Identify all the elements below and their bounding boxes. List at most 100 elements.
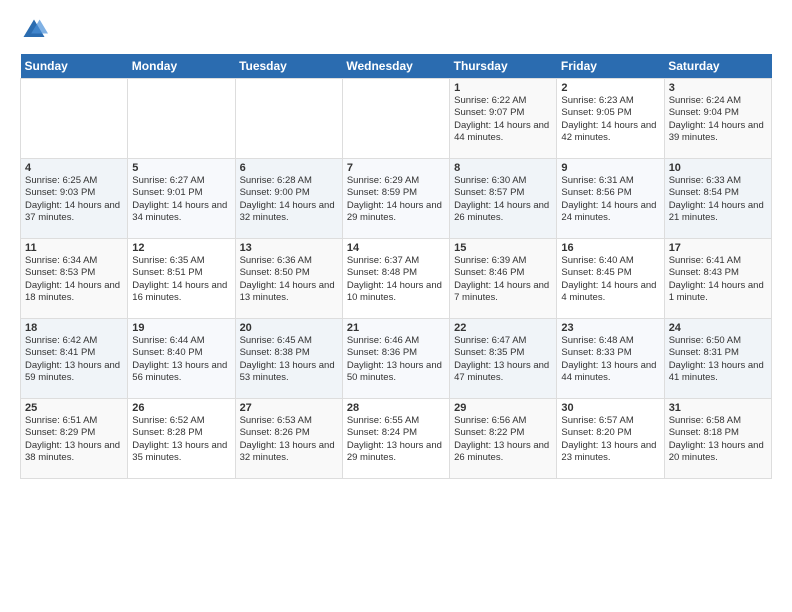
calendar-week-4: 18Sunrise: 6:42 AMSunset: 8:41 PMDayligh… bbox=[21, 319, 772, 399]
day-info-line: Sunrise: 6:58 AM bbox=[669, 415, 767, 427]
calendar-week-3: 11Sunrise: 6:34 AMSunset: 8:53 PMDayligh… bbox=[21, 239, 772, 319]
calendar-cell: 4Sunrise: 6:25 AMSunset: 9:03 PMDaylight… bbox=[21, 159, 128, 239]
day-info-line: Sunrise: 6:46 AM bbox=[347, 335, 445, 347]
day-number: 12 bbox=[132, 242, 230, 254]
calendar-cell: 23Sunrise: 6:48 AMSunset: 8:33 PMDayligh… bbox=[557, 319, 664, 399]
day-info-line: Sunset: 8:59 PM bbox=[347, 187, 445, 199]
day-info-line: Sunrise: 6:27 AM bbox=[132, 175, 230, 187]
day-number: 10 bbox=[669, 162, 767, 174]
calendar-cell: 19Sunrise: 6:44 AMSunset: 8:40 PMDayligh… bbox=[128, 319, 235, 399]
day-info-line: Sunrise: 6:41 AM bbox=[669, 255, 767, 267]
calendar-cell: 1Sunrise: 6:22 AMSunset: 9:07 PMDaylight… bbox=[450, 79, 557, 159]
day-info-line: Sunset: 8:46 PM bbox=[454, 267, 552, 279]
day-info-line: Daylight: 13 hours and 59 minutes. bbox=[25, 360, 123, 385]
calendar-cell: 2Sunrise: 6:23 AMSunset: 9:05 PMDaylight… bbox=[557, 79, 664, 159]
calendar-cell: 20Sunrise: 6:45 AMSunset: 8:38 PMDayligh… bbox=[235, 319, 342, 399]
calendar-cell: 27Sunrise: 6:53 AMSunset: 8:26 PMDayligh… bbox=[235, 399, 342, 479]
day-info-line: Sunset: 8:26 PM bbox=[240, 427, 338, 439]
day-number: 29 bbox=[454, 402, 552, 414]
day-info-line: Daylight: 13 hours and 23 minutes. bbox=[561, 440, 659, 465]
day-info-line: Sunset: 8:28 PM bbox=[132, 427, 230, 439]
day-info-line: Sunrise: 6:37 AM bbox=[347, 255, 445, 267]
day-info-line: Sunset: 8:51 PM bbox=[132, 267, 230, 279]
day-number: 1 bbox=[454, 82, 552, 94]
day-number: 2 bbox=[561, 82, 659, 94]
day-info-line: Sunrise: 6:44 AM bbox=[132, 335, 230, 347]
day-info-line: Sunset: 8:33 PM bbox=[561, 347, 659, 359]
day-info-line: Daylight: 13 hours and 32 minutes. bbox=[240, 440, 338, 465]
day-info-line: Sunset: 9:04 PM bbox=[669, 107, 767, 119]
day-info-line: Sunset: 8:36 PM bbox=[347, 347, 445, 359]
calendar-table: SundayMondayTuesdayWednesdayThursdayFrid… bbox=[20, 54, 772, 479]
calendar-cell: 13Sunrise: 6:36 AMSunset: 8:50 PMDayligh… bbox=[235, 239, 342, 319]
day-info-line: Sunrise: 6:23 AM bbox=[561, 95, 659, 107]
calendar-cell: 21Sunrise: 6:46 AMSunset: 8:36 PMDayligh… bbox=[342, 319, 449, 399]
day-number: 9 bbox=[561, 162, 659, 174]
day-info-line: Daylight: 14 hours and 39 minutes. bbox=[669, 120, 767, 145]
day-info-line: Daylight: 14 hours and 21 minutes. bbox=[669, 200, 767, 225]
day-info-line: Sunrise: 6:25 AM bbox=[25, 175, 123, 187]
day-info-line: Sunset: 8:57 PM bbox=[454, 187, 552, 199]
calendar-cell: 5Sunrise: 6:27 AMSunset: 9:01 PMDaylight… bbox=[128, 159, 235, 239]
day-info-line: Sunrise: 6:51 AM bbox=[25, 415, 123, 427]
day-info-line: Sunset: 8:45 PM bbox=[561, 267, 659, 279]
day-number: 5 bbox=[132, 162, 230, 174]
day-info-line: Daylight: 14 hours and 16 minutes. bbox=[132, 280, 230, 305]
calendar-cell: 25Sunrise: 6:51 AMSunset: 8:29 PMDayligh… bbox=[21, 399, 128, 479]
calendar-cell: 18Sunrise: 6:42 AMSunset: 8:41 PMDayligh… bbox=[21, 319, 128, 399]
day-info-line: Daylight: 14 hours and 18 minutes. bbox=[25, 280, 123, 305]
day-info-line: Sunset: 8:35 PM bbox=[454, 347, 552, 359]
day-info-line: Sunrise: 6:50 AM bbox=[669, 335, 767, 347]
calendar-cell: 10Sunrise: 6:33 AMSunset: 8:54 PMDayligh… bbox=[664, 159, 771, 239]
day-info-line: Daylight: 14 hours and 4 minutes. bbox=[561, 280, 659, 305]
day-info-line: Daylight: 14 hours and 42 minutes. bbox=[561, 120, 659, 145]
day-info-line: Daylight: 14 hours and 1 minute. bbox=[669, 280, 767, 305]
day-info-line: Sunset: 8:31 PM bbox=[669, 347, 767, 359]
day-info-line: Sunrise: 6:47 AM bbox=[454, 335, 552, 347]
day-info-line: Sunset: 8:41 PM bbox=[25, 347, 123, 359]
day-number: 19 bbox=[132, 322, 230, 334]
calendar-header-row: SundayMondayTuesdayWednesdayThursdayFrid… bbox=[21, 54, 772, 79]
logo bbox=[20, 16, 52, 44]
day-info-line: Sunrise: 6:53 AM bbox=[240, 415, 338, 427]
day-info-line: Sunrise: 6:40 AM bbox=[561, 255, 659, 267]
day-header-tuesday: Tuesday bbox=[235, 54, 342, 79]
calendar-week-5: 25Sunrise: 6:51 AMSunset: 8:29 PMDayligh… bbox=[21, 399, 772, 479]
calendar-cell: 12Sunrise: 6:35 AMSunset: 8:51 PMDayligh… bbox=[128, 239, 235, 319]
day-info-line: Daylight: 13 hours and 44 minutes. bbox=[561, 360, 659, 385]
day-number: 16 bbox=[561, 242, 659, 254]
calendar-cell: 28Sunrise: 6:55 AMSunset: 8:24 PMDayligh… bbox=[342, 399, 449, 479]
day-info-line: Sunset: 8:48 PM bbox=[347, 267, 445, 279]
day-number: 23 bbox=[561, 322, 659, 334]
day-info-line: Daylight: 14 hours and 32 minutes. bbox=[240, 200, 338, 225]
day-header-friday: Friday bbox=[557, 54, 664, 79]
page-container: SundayMondayTuesdayWednesdayThursdayFrid… bbox=[0, 0, 792, 489]
day-number: 21 bbox=[347, 322, 445, 334]
day-info-line: Sunset: 9:00 PM bbox=[240, 187, 338, 199]
day-info-line: Daylight: 14 hours and 37 minutes. bbox=[25, 200, 123, 225]
day-info-line: Sunrise: 6:24 AM bbox=[669, 95, 767, 107]
calendar-cell bbox=[235, 79, 342, 159]
day-header-thursday: Thursday bbox=[450, 54, 557, 79]
day-number: 8 bbox=[454, 162, 552, 174]
day-number: 30 bbox=[561, 402, 659, 414]
logo-icon bbox=[20, 16, 48, 44]
day-info-line: Sunrise: 6:33 AM bbox=[669, 175, 767, 187]
day-info-line: Daylight: 13 hours and 38 minutes. bbox=[25, 440, 123, 465]
day-info-line: Daylight: 14 hours and 10 minutes. bbox=[347, 280, 445, 305]
day-number: 13 bbox=[240, 242, 338, 254]
day-number: 25 bbox=[25, 402, 123, 414]
day-number: 20 bbox=[240, 322, 338, 334]
day-info-line: Daylight: 14 hours and 24 minutes. bbox=[561, 200, 659, 225]
calendar-cell: 7Sunrise: 6:29 AMSunset: 8:59 PMDaylight… bbox=[342, 159, 449, 239]
day-info-line: Sunrise: 6:48 AM bbox=[561, 335, 659, 347]
calendar-cell: 14Sunrise: 6:37 AMSunset: 8:48 PMDayligh… bbox=[342, 239, 449, 319]
day-info-line: Sunset: 8:40 PM bbox=[132, 347, 230, 359]
day-info-line: Sunrise: 6:57 AM bbox=[561, 415, 659, 427]
day-info-line: Sunset: 8:50 PM bbox=[240, 267, 338, 279]
calendar-cell: 16Sunrise: 6:40 AMSunset: 8:45 PMDayligh… bbox=[557, 239, 664, 319]
calendar-cell: 3Sunrise: 6:24 AMSunset: 9:04 PMDaylight… bbox=[664, 79, 771, 159]
day-info-line: Sunset: 8:53 PM bbox=[25, 267, 123, 279]
calendar-cell: 17Sunrise: 6:41 AMSunset: 8:43 PMDayligh… bbox=[664, 239, 771, 319]
day-number: 17 bbox=[669, 242, 767, 254]
